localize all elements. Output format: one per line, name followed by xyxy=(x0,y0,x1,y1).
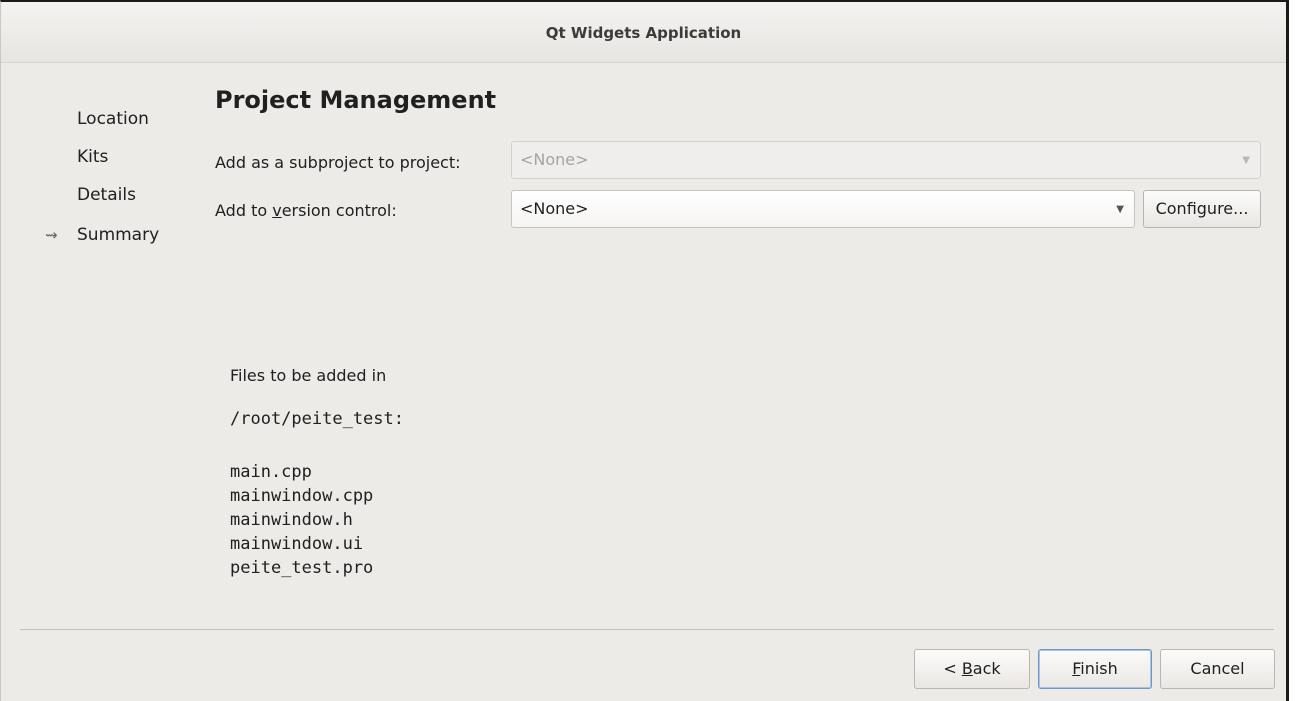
back-button[interactable]: < Back xyxy=(914,649,1030,689)
back-button-prefix: < xyxy=(943,659,962,678)
list-item: mainwindow.ui xyxy=(230,534,364,554)
subproject-combo[interactable]: <None> ▼ xyxy=(511,141,1261,179)
version-control-combo-value: <None> xyxy=(520,199,589,218)
chevron-down-icon: ▼ xyxy=(1242,155,1250,166)
version-control-label-mnemonic: v xyxy=(272,201,282,220)
list-item: main.cpp xyxy=(230,462,312,482)
page-title: Project Management xyxy=(215,86,497,114)
footer-separator xyxy=(20,629,1274,630)
version-control-label: Add to version control: xyxy=(215,201,397,220)
back-button-mnemonic: B xyxy=(961,659,973,678)
step-kits: Kits xyxy=(77,147,109,167)
configure-button[interactable]: Configure... xyxy=(1143,190,1261,228)
version-control-combo[interactable]: <None> ▼ xyxy=(511,190,1135,228)
list-item: peite_test.pro xyxy=(230,558,374,578)
cancel-button[interactable]: Cancel xyxy=(1160,649,1275,689)
step-summary: Summary xyxy=(77,225,160,245)
wizard-window: Qt Widgets Application Location Kits Det… xyxy=(0,0,1289,701)
list-item: mainwindow.cpp xyxy=(230,486,374,506)
step-location: Location xyxy=(77,109,149,129)
back-button-suffix: ack xyxy=(972,659,1001,678)
subproject-combo-value: <None> xyxy=(520,150,589,169)
files-list: main.cpp mainwindow.cpp mainwindow.h mai… xyxy=(230,460,373,580)
window-title: Qt Widgets Application xyxy=(1,2,1286,63)
finish-button[interactable]: Finish xyxy=(1038,649,1152,689)
version-control-label-prefix: Add to xyxy=(215,201,273,220)
version-control-label-suffix: ersion control: xyxy=(281,201,397,220)
current-step-arrow-icon: ⇝ xyxy=(45,226,58,244)
chevron-down-icon: ▼ xyxy=(1116,204,1124,215)
step-details: Details xyxy=(77,185,136,205)
list-item: mainwindow.h xyxy=(230,510,353,530)
files-directory: /root/peite_test: xyxy=(230,409,404,429)
finish-button-suffix: inish xyxy=(1080,659,1118,678)
files-header: Files to be added in xyxy=(230,366,387,385)
subproject-label: Add as a subproject to project: xyxy=(215,153,461,172)
